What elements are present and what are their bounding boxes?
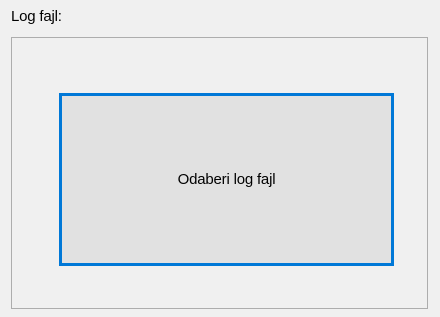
log-file-group-box: Odaberi log fajl bbox=[11, 37, 428, 309]
select-log-file-button-label: Odaberi log fajl bbox=[177, 171, 276, 188]
select-log-file-button[interactable]: Odaberi log fajl bbox=[59, 93, 394, 266]
log-file-group-label: Log fajl: bbox=[11, 8, 62, 25]
